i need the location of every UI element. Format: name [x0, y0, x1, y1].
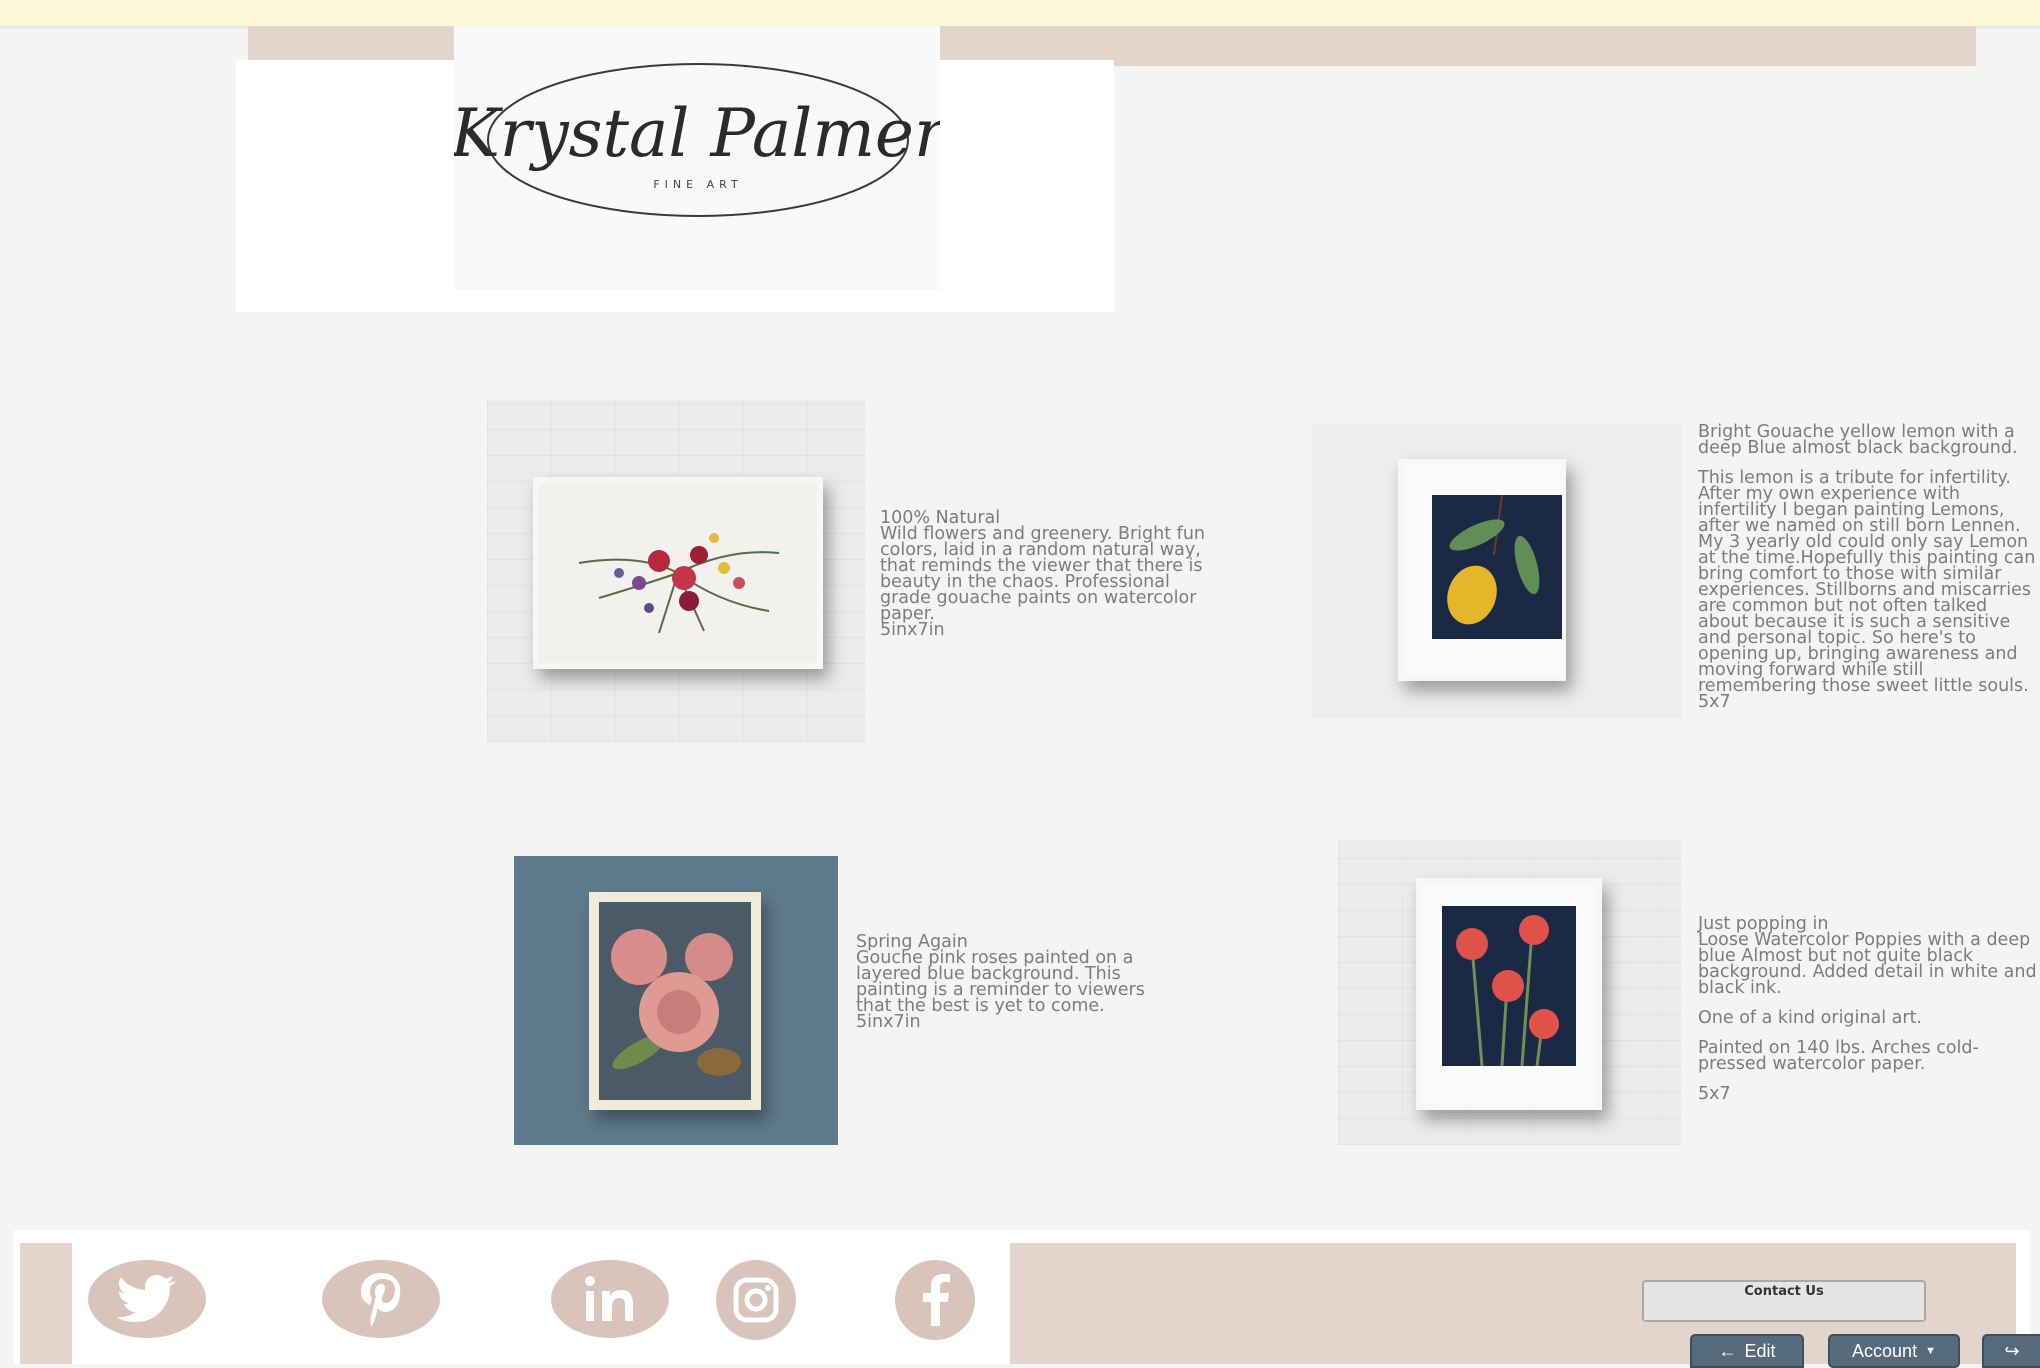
share-icon: ↪: [2004, 1340, 2020, 1361]
artwork-text: Gouche pink roses painted on a layered b…: [856, 948, 1145, 1016]
pinterest-icon[interactable]: [322, 1260, 440, 1338]
artwork-poppies-image[interactable]: [1338, 840, 1681, 1145]
logo-tagline: FINE ART: [653, 178, 742, 191]
site-logo[interactable]: Krystal Palmer FINE ART: [449, 26, 949, 290]
artwork-title: Bright Gouache yellow lemon with a deep …: [1698, 422, 2018, 458]
header-band-left: [248, 26, 456, 61]
artwork-note: One of a kind original art.: [1698, 1008, 1922, 1028]
linkedin-icon[interactable]: [551, 1260, 669, 1338]
artwork-roses-description: Spring Again Gouche pink roses painted o…: [856, 933, 1176, 1032]
account-button[interactable]: Account ▼: [1828, 1334, 1960, 1368]
artwork-size: 5x7: [1698, 692, 1731, 712]
artwork-poppies-description: Just popping in Loose Watercolor Poppies…: [1698, 915, 2038, 1104]
facebook-icon[interactable]: [895, 1260, 975, 1340]
back-arrow-icon: ←: [1718, 1340, 1737, 1361]
notice-bar: [0, 0, 2040, 26]
chevron-down-icon: ▼: [1925, 1345, 1936, 1357]
artwork-roses-image[interactable]: [514, 856, 838, 1145]
artwork-medium: Painted on 140 lbs. Arches cold-pressed …: [1698, 1038, 1979, 1074]
share-button[interactable]: ↪: [1982, 1334, 2040, 1368]
artwork-wildflowers-image[interactable]: [487, 400, 865, 742]
logo-script: Krystal Palmer: [454, 95, 940, 172]
twitter-icon[interactable]: [88, 1260, 206, 1338]
artwork-size: 5x7: [1698, 1084, 1731, 1104]
artwork-wildflowers-description: 100% Natural Wild flowers and greenery. …: [880, 509, 1220, 640]
artwork-lemon-image[interactable]: [1312, 424, 1681, 719]
artwork-size: 5inx7in: [856, 1012, 921, 1032]
artwork-text: Loose Watercolor Poppies with a deep blu…: [1698, 930, 2037, 998]
artwork-text: Wild flowers and greenery. Bright fun co…: [880, 524, 1206, 624]
instagram-icon[interactable]: [716, 1260, 796, 1340]
artwork-text: This lemon is a tribute for infertility.…: [1698, 468, 2036, 696]
artwork-size: 5inx7in: [880, 620, 945, 640]
edit-button[interactable]: ← Edit: [1690, 1334, 1804, 1368]
footer-band-left: [20, 1243, 72, 1364]
contact-us-button[interactable]: Contact Us: [1642, 1280, 1926, 1322]
artwork-lemon-description: Bright Gouache yellow lemon with a deep …: [1698, 422, 2038, 712]
